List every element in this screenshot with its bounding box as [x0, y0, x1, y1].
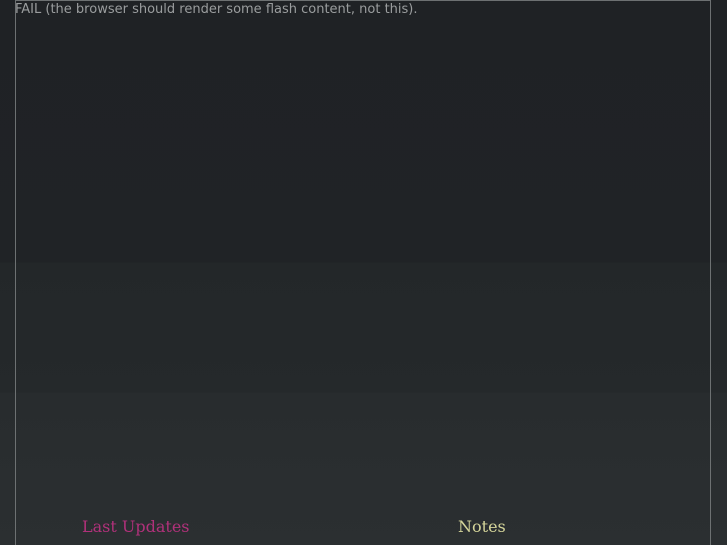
notes-heading: Notes	[458, 517, 506, 536]
flash-fallback-text: FAIL (the browser should render some fla…	[15, 2, 418, 17]
last-updates-heading: Last Updates	[82, 517, 190, 536]
flash-embed-frame	[15, 0, 711, 545]
